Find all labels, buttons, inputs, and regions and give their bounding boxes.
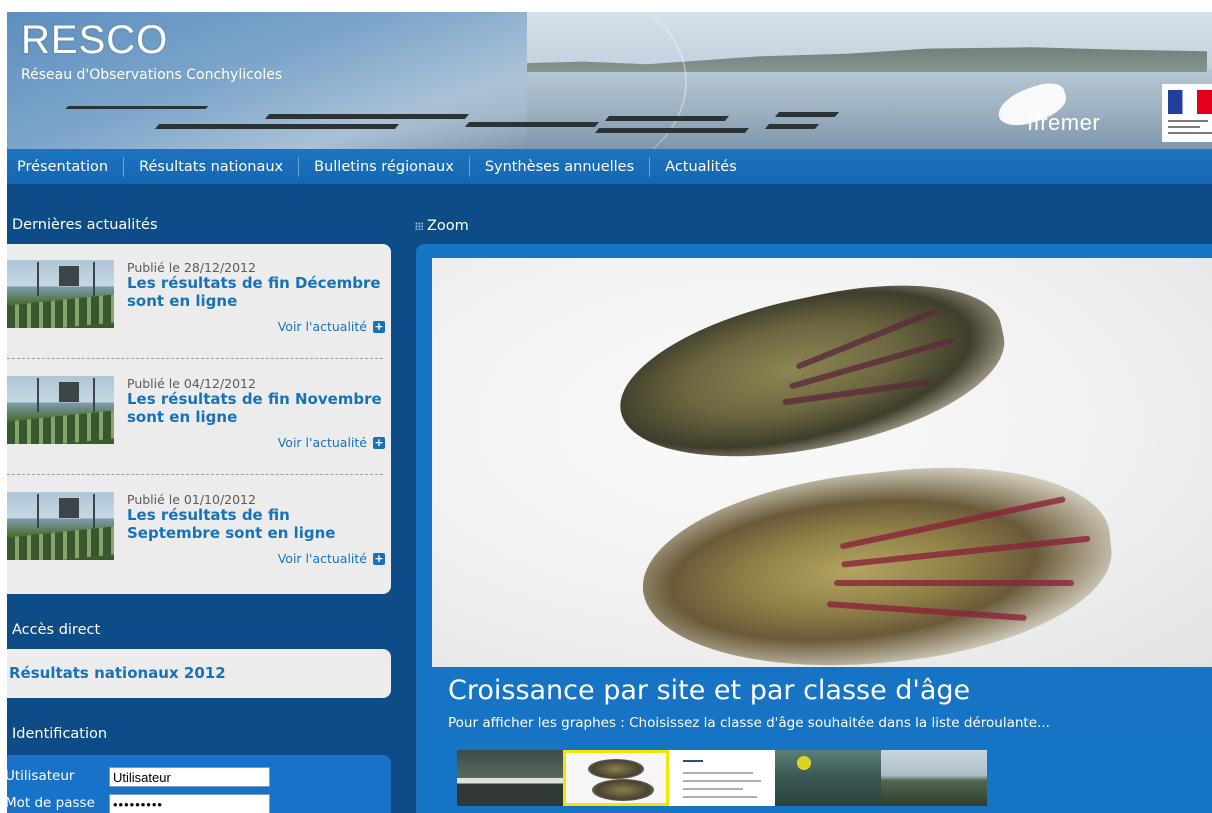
password-label: Mot de passe	[7, 795, 95, 811]
doc-line	[683, 780, 761, 782]
plus-square-icon: +	[373, 435, 385, 449]
grip-icon	[415, 222, 423, 230]
news-thumbnail[interactable]	[7, 376, 114, 444]
logo-text-line	[1168, 126, 1200, 128]
news-item: Publié le 01/10/2012 Les résultats de fi…	[7, 476, 391, 590]
news-item: Publié le 04/12/2012 Les résultats de fi…	[7, 360, 391, 474]
hut-shape	[59, 498, 79, 518]
republique-logo[interactable]	[1162, 84, 1212, 142]
pole-shape	[37, 378, 39, 412]
nav-item-national-results[interactable]: Résultats nationaux	[124, 156, 300, 177]
national-results-2012-link[interactable]: Résultats nationaux 2012	[9, 664, 226, 682]
nav-item-annual-summaries[interactable]: Synthèses annuelles	[470, 156, 651, 177]
oyster-rack	[764, 124, 820, 129]
logo-text-line	[1168, 132, 1212, 134]
doc-line	[683, 788, 743, 790]
news-thumbnail[interactable]	[7, 492, 114, 560]
oyster-rack	[264, 114, 470, 119]
pole-shape	[93, 378, 95, 412]
news-panel: Publié le 28/12/2012 Les résultats de fi…	[7, 244, 391, 594]
nav-item-news[interactable]: Actualités	[650, 157, 752, 177]
oyster-rack	[604, 116, 730, 121]
doc-line	[683, 760, 703, 762]
marianne-flag-icon	[1168, 90, 1212, 114]
header-banner: RESCO Réseau d'Observations Conchylicole…	[7, 12, 1212, 149]
news-divider	[7, 474, 383, 475]
oyster-rack	[464, 122, 600, 127]
news-more-link[interactable]: Voir l'actualité +	[278, 319, 385, 334]
zoom-thumbnail-2-active[interactable]	[563, 750, 669, 806]
login-panel: Utilisateur Mot de passe	[7, 755, 391, 813]
nav-item-regional-bulletins[interactable]: Bulletins régionaux	[299, 156, 470, 177]
news-title-link[interactable]: Les résultats de fin Novembre sont en li…	[127, 390, 387, 426]
news-divider	[7, 358, 383, 359]
zoom-thumbnail-1[interactable]	[457, 750, 563, 806]
zoom-thumbnail-strip	[457, 750, 987, 808]
zoom-section-title: Zoom	[415, 218, 469, 234]
oyster-shape	[605, 259, 1019, 487]
oyster-rack	[594, 128, 750, 133]
oyster-bags	[7, 526, 114, 560]
password-input[interactable]	[109, 794, 270, 813]
direct-access-title: Accès direct	[12, 622, 101, 638]
oyster-rack	[154, 124, 400, 129]
main-nav: Présentation Résultats nationaux Bulleti…	[7, 149, 1212, 184]
news-date: Publié le 04/12/2012	[127, 376, 256, 391]
news-section-title: Dernières actualités	[12, 217, 158, 233]
plus-square-icon: +	[373, 319, 385, 333]
doc-line	[683, 796, 757, 798]
nav-item-presentation[interactable]: Présentation	[7, 156, 125, 177]
news-date: Publié le 28/12/2012	[127, 260, 256, 275]
ifremer-logo-text: Ifremer	[1027, 110, 1101, 135]
buoy-shape	[797, 756, 811, 770]
plus-square-icon: +	[373, 551, 385, 565]
oyster-bags	[7, 410, 114, 444]
news-item: Publié le 28/12/2012 Les résultats de fi…	[7, 244, 391, 358]
username-input[interactable]	[109, 767, 270, 787]
news-thumbnail[interactable]	[7, 260, 114, 328]
zoom-title-label: Zoom	[427, 218, 469, 234]
zoom-caption: Croissance par site et par classe d'âge …	[432, 667, 1212, 743]
oyster-bags	[7, 294, 114, 328]
site-subtitle: Réseau d'Observations Conchylicoles	[21, 67, 283, 83]
ifremer-logo[interactable]: Ifremer	[993, 78, 1147, 138]
hut-shape	[59, 382, 79, 402]
oyster-streak	[833, 580, 1074, 587]
news-date: Publié le 01/10/2012	[127, 492, 256, 507]
zoom-featured-image[interactable]	[432, 258, 1212, 667]
oyster-rack	[65, 106, 209, 109]
oyster-mini	[592, 779, 654, 801]
logo-text-line	[1168, 120, 1208, 122]
pole-shape	[93, 494, 95, 528]
caption-subtitle: Pour afficher les graphes : Choisissez l…	[448, 715, 1050, 731]
doc-line	[683, 772, 753, 774]
pole-shape	[37, 262, 39, 296]
news-more-link[interactable]: Voir l'actualité +	[278, 435, 385, 450]
oyster-shape	[633, 448, 1121, 667]
direct-access-panel: Résultats nationaux 2012	[7, 649, 391, 698]
news-more-label: Voir l'actualité	[277, 319, 367, 334]
identification-title: Identification	[12, 726, 108, 742]
oyster-streak	[826, 601, 1027, 622]
news-title-link[interactable]: Les résultats de fin Septembre sont en l…	[127, 506, 387, 542]
username-label: Utilisateur	[7, 768, 75, 784]
zoom-thumbnail-4[interactable]	[775, 750, 881, 806]
caption-title[interactable]: Croissance par site et par classe d'âge	[448, 675, 970, 706]
news-more-label: Voir l'actualité	[277, 435, 367, 450]
news-more-link[interactable]: Voir l'actualité +	[278, 551, 385, 566]
news-more-label: Voir l'actualité	[277, 551, 367, 566]
oyster-mini	[588, 759, 644, 779]
zoom-thumbnail-3[interactable]	[669, 750, 775, 806]
pole-shape	[93, 262, 95, 296]
hut-shape	[59, 266, 79, 286]
page-frame: RESCO Réseau d'Observations Conchylicole…	[7, 12, 1212, 813]
pole-shape	[37, 494, 39, 528]
zoom-thumbnail-5[interactable]	[881, 750, 987, 806]
news-title-link[interactable]: Les résultats de fin Décembre sont en li…	[127, 274, 387, 310]
site-logo[interactable]: RESCO	[21, 18, 168, 63]
oyster-rack	[774, 112, 840, 117]
